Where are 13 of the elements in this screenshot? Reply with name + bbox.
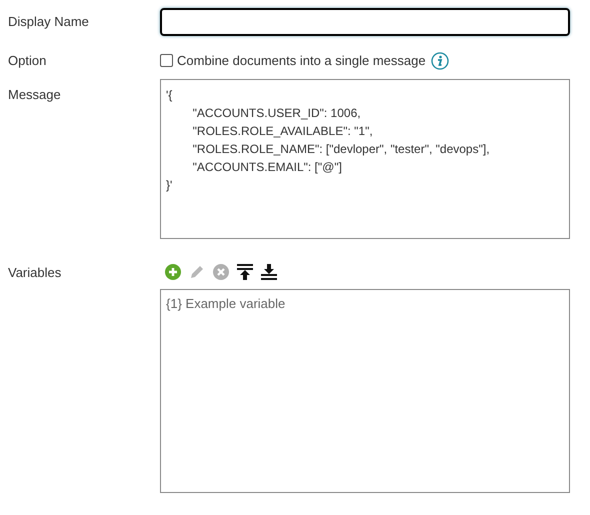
move-to-bottom-icon[interactable] [261, 264, 277, 280]
field-label: Message [7, 86, 62, 104]
message-textarea[interactable]: '{ "ACCOUNTS.USER_ID": 1006, "ROLES.ROLE_AVAILABLE": "1", "ROLES.ROLE_NAME": ["devloper", "tester", "devops"], "ACCOUNTS.EMAIL": ["@"] }' [160, 78, 570, 238]
move-to-top-icon[interactable] [237, 264, 253, 280]
field-label: Display Name [7, 13, 90, 32]
field-label: Option [7, 52, 48, 70]
field-label: Variables [7, 264, 62, 282]
info-icon[interactable] [430, 52, 449, 70]
display-name-input[interactable] [160, 8, 570, 36]
variable-item[interactable]: {1} Example variable [166, 294, 564, 313]
checkbox-label: Combine documents into a single message [177, 52, 426, 70]
add-icon[interactable] [165, 264, 181, 280]
checkbox[interactable] [160, 54, 173, 68]
